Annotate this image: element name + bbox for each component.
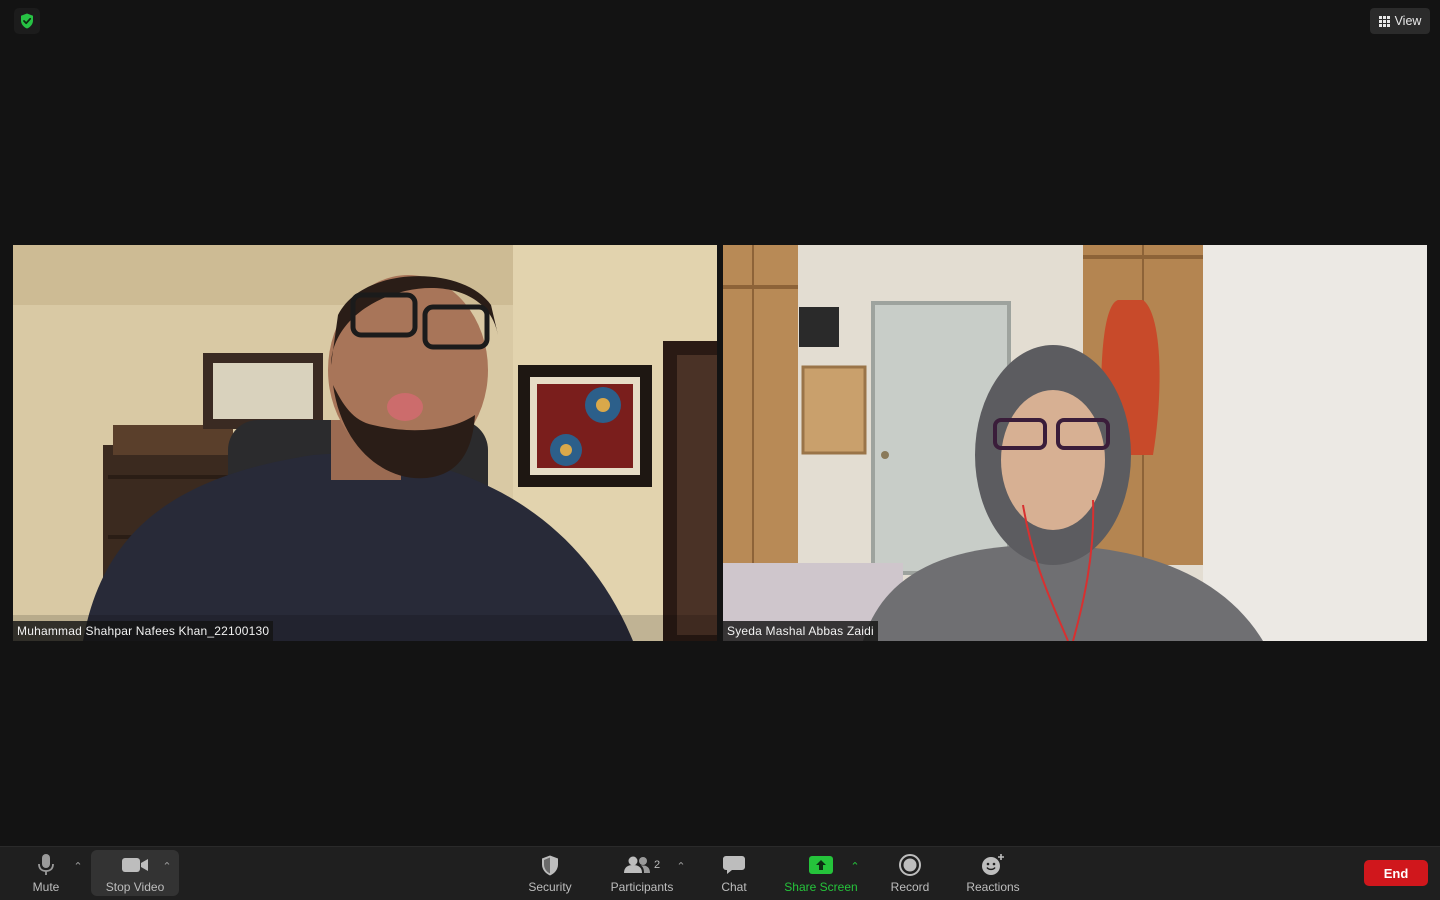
smiley-plus-icon (982, 854, 1004, 875)
chevron-up-icon: ⌃ (676, 860, 686, 873)
record-button[interactable]: Record (884, 847, 936, 900)
participant-video-feed (13, 245, 717, 641)
shield-icon (542, 855, 558, 875)
security-button[interactable]: Security (520, 847, 580, 900)
grid-icon (1378, 15, 1390, 27)
share-screen-icon (809, 856, 833, 874)
encryption-shield-badge[interactable] (14, 8, 40, 34)
participants-icon (623, 856, 650, 873)
meeting-toolbar: Mute ⌃ Stop Video ⌃ Security 2 Participa… (0, 846, 1440, 900)
stop-video-label: Stop Video (105, 880, 165, 894)
share-screen-button[interactable]: Share Screen (780, 847, 862, 900)
share-options-caret[interactable]: ⌃ (848, 859, 862, 873)
reactions-label: Reactions (966, 880, 1020, 894)
stop-video-button[interactable]: Stop Video (98, 847, 172, 900)
participants-label: Participants (610, 880, 674, 894)
participant-name-tag: Syeda Mashal Abbas Zaidi (723, 621, 878, 641)
participant-name-tag: Muhammad Shahpar Nafees Khan_22100130 (13, 621, 274, 641)
chevron-up-icon: ⌃ (850, 860, 860, 873)
video-options-caret[interactable]: ⌃ (160, 859, 174, 873)
chevron-up-icon: ⌃ (73, 860, 83, 873)
record-icon (899, 854, 921, 876)
participant-video-feed (723, 245, 1427, 641)
participant-video-tile-1[interactable]: Muhammad Shahpar Nafees Khan_22100130 (13, 245, 717, 641)
microphone-icon (38, 854, 54, 875)
security-label: Security (528, 880, 572, 894)
share-screen-label: Share Screen (784, 880, 858, 894)
mute-button[interactable]: Mute (22, 847, 70, 900)
chat-button[interactable]: Chat (710, 847, 758, 900)
mute-label: Mute (32, 880, 60, 894)
shield-check-icon (21, 13, 33, 29)
view-label: View (1394, 14, 1422, 28)
video-camera-icon (122, 858, 148, 872)
reactions-button[interactable]: Reactions (958, 847, 1028, 900)
participants-button[interactable]: 2 Participants (602, 847, 682, 900)
chevron-up-icon: ⌃ (162, 860, 172, 873)
view-button[interactable]: View (1370, 8, 1430, 34)
chat-label: Chat (721, 880, 747, 894)
audio-options-caret[interactable]: ⌃ (71, 859, 85, 873)
end-meeting-button[interactable]: End (1364, 860, 1428, 886)
record-label: Record (890, 880, 930, 894)
chat-bubble-icon (723, 856, 745, 874)
participant-video-tile-2[interactable]: Syeda Mashal Abbas Zaidi (723, 245, 1427, 641)
participants-options-caret[interactable]: ⌃ (674, 859, 688, 873)
participants-count: 2 (653, 859, 661, 871)
